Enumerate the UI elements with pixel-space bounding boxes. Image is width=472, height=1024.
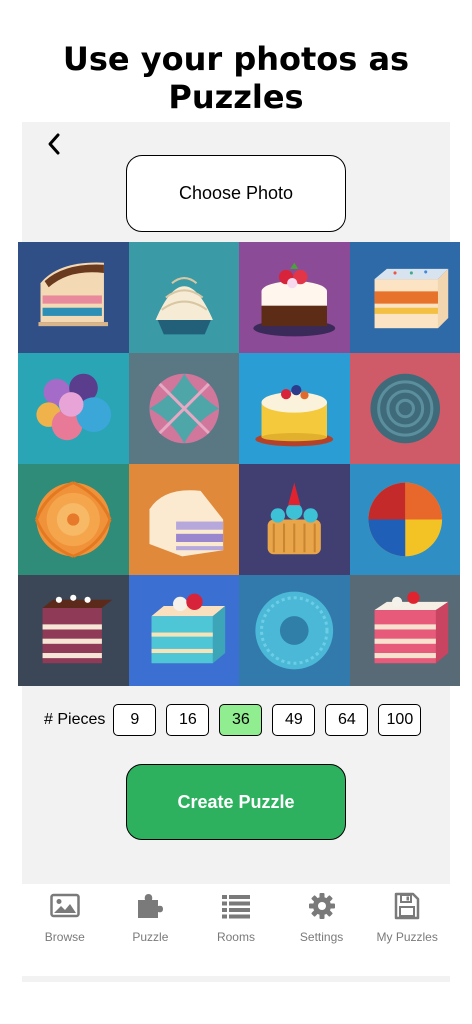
floppy-disk-icon xyxy=(391,890,423,922)
tab-browse[interactable]: Browse xyxy=(25,890,105,976)
tab-settings[interactable]: Settings xyxy=(282,890,362,976)
photo-tile-swirl-cupcake xyxy=(128,242,239,353)
tab-my-puzzles[interactable]: My Puzzles xyxy=(367,890,447,976)
photo-tile-yellow-cake xyxy=(239,353,350,464)
photo-puzzle-grid xyxy=(18,242,460,686)
image-icon xyxy=(49,890,81,922)
photo-tile-berry-tart xyxy=(239,464,350,575)
photo-tile-ball-cluster xyxy=(18,353,129,464)
tab-puzzle[interactable]: Puzzle xyxy=(110,890,190,976)
gear-icon xyxy=(306,890,338,922)
headline-line-1: Use your photos as xyxy=(62,40,410,78)
choose-photo-button[interactable]: Choose Photo xyxy=(126,155,346,232)
tab-settings-label: Settings xyxy=(299,930,344,944)
list-icon xyxy=(220,890,252,922)
photo-tile-swirl-dome xyxy=(128,353,239,464)
photo-tile-layered-cake-slice xyxy=(18,242,129,353)
pieces-option-16[interactable]: 16 xyxy=(166,704,210,736)
photo-tile-sprinkle-cake-square xyxy=(349,242,460,353)
create-puzzle-button[interactable]: Create Puzzle xyxy=(126,764,346,840)
photo-tile-pink-cake-square xyxy=(349,575,460,686)
pieces-option-49[interactable]: 49 xyxy=(272,704,316,736)
photo-tile-scalloped-dome xyxy=(349,353,460,464)
photo-tile-orange-spiral xyxy=(18,464,129,575)
photo-tile-chocolate-layer-cake xyxy=(18,575,129,686)
photo-tile-tri-color-pie xyxy=(349,464,460,575)
pieces-option-64[interactable]: 64 xyxy=(325,704,369,736)
bottom-tab-bar: Browse Puzzle Rooms Settings My Puzzles xyxy=(22,884,450,976)
pieces-option-36[interactable]: 36 xyxy=(219,704,263,736)
pieces-label: # Pieces xyxy=(44,711,106,728)
back-button[interactable] xyxy=(40,128,68,160)
tab-my-puzzles-label: My Puzzles xyxy=(376,930,438,944)
tab-browse-label: Browse xyxy=(44,930,85,944)
tab-rooms[interactable]: Rooms xyxy=(196,890,276,976)
pieces-selector: # Pieces 9 16 36 49 64 100 xyxy=(22,704,450,736)
headline-line-2: Puzzles xyxy=(168,78,304,116)
photo-tile-strawberry-cake xyxy=(239,242,350,353)
tab-puzzle-label: Puzzle xyxy=(132,930,169,944)
chevron-left-icon xyxy=(48,133,60,155)
photo-tile-blue-donut xyxy=(239,575,350,686)
page-headline: Use your photos as Puzzles xyxy=(0,40,472,116)
photo-tile-purple-layer-slice xyxy=(128,464,239,575)
pieces-option-100[interactable]: 100 xyxy=(378,704,422,736)
tab-rooms-label: Rooms xyxy=(216,930,255,944)
photo-tile-blue-cake-square xyxy=(128,575,239,686)
puzzle-piece-icon xyxy=(134,890,166,922)
pieces-option-9[interactable]: 9 xyxy=(113,704,157,736)
